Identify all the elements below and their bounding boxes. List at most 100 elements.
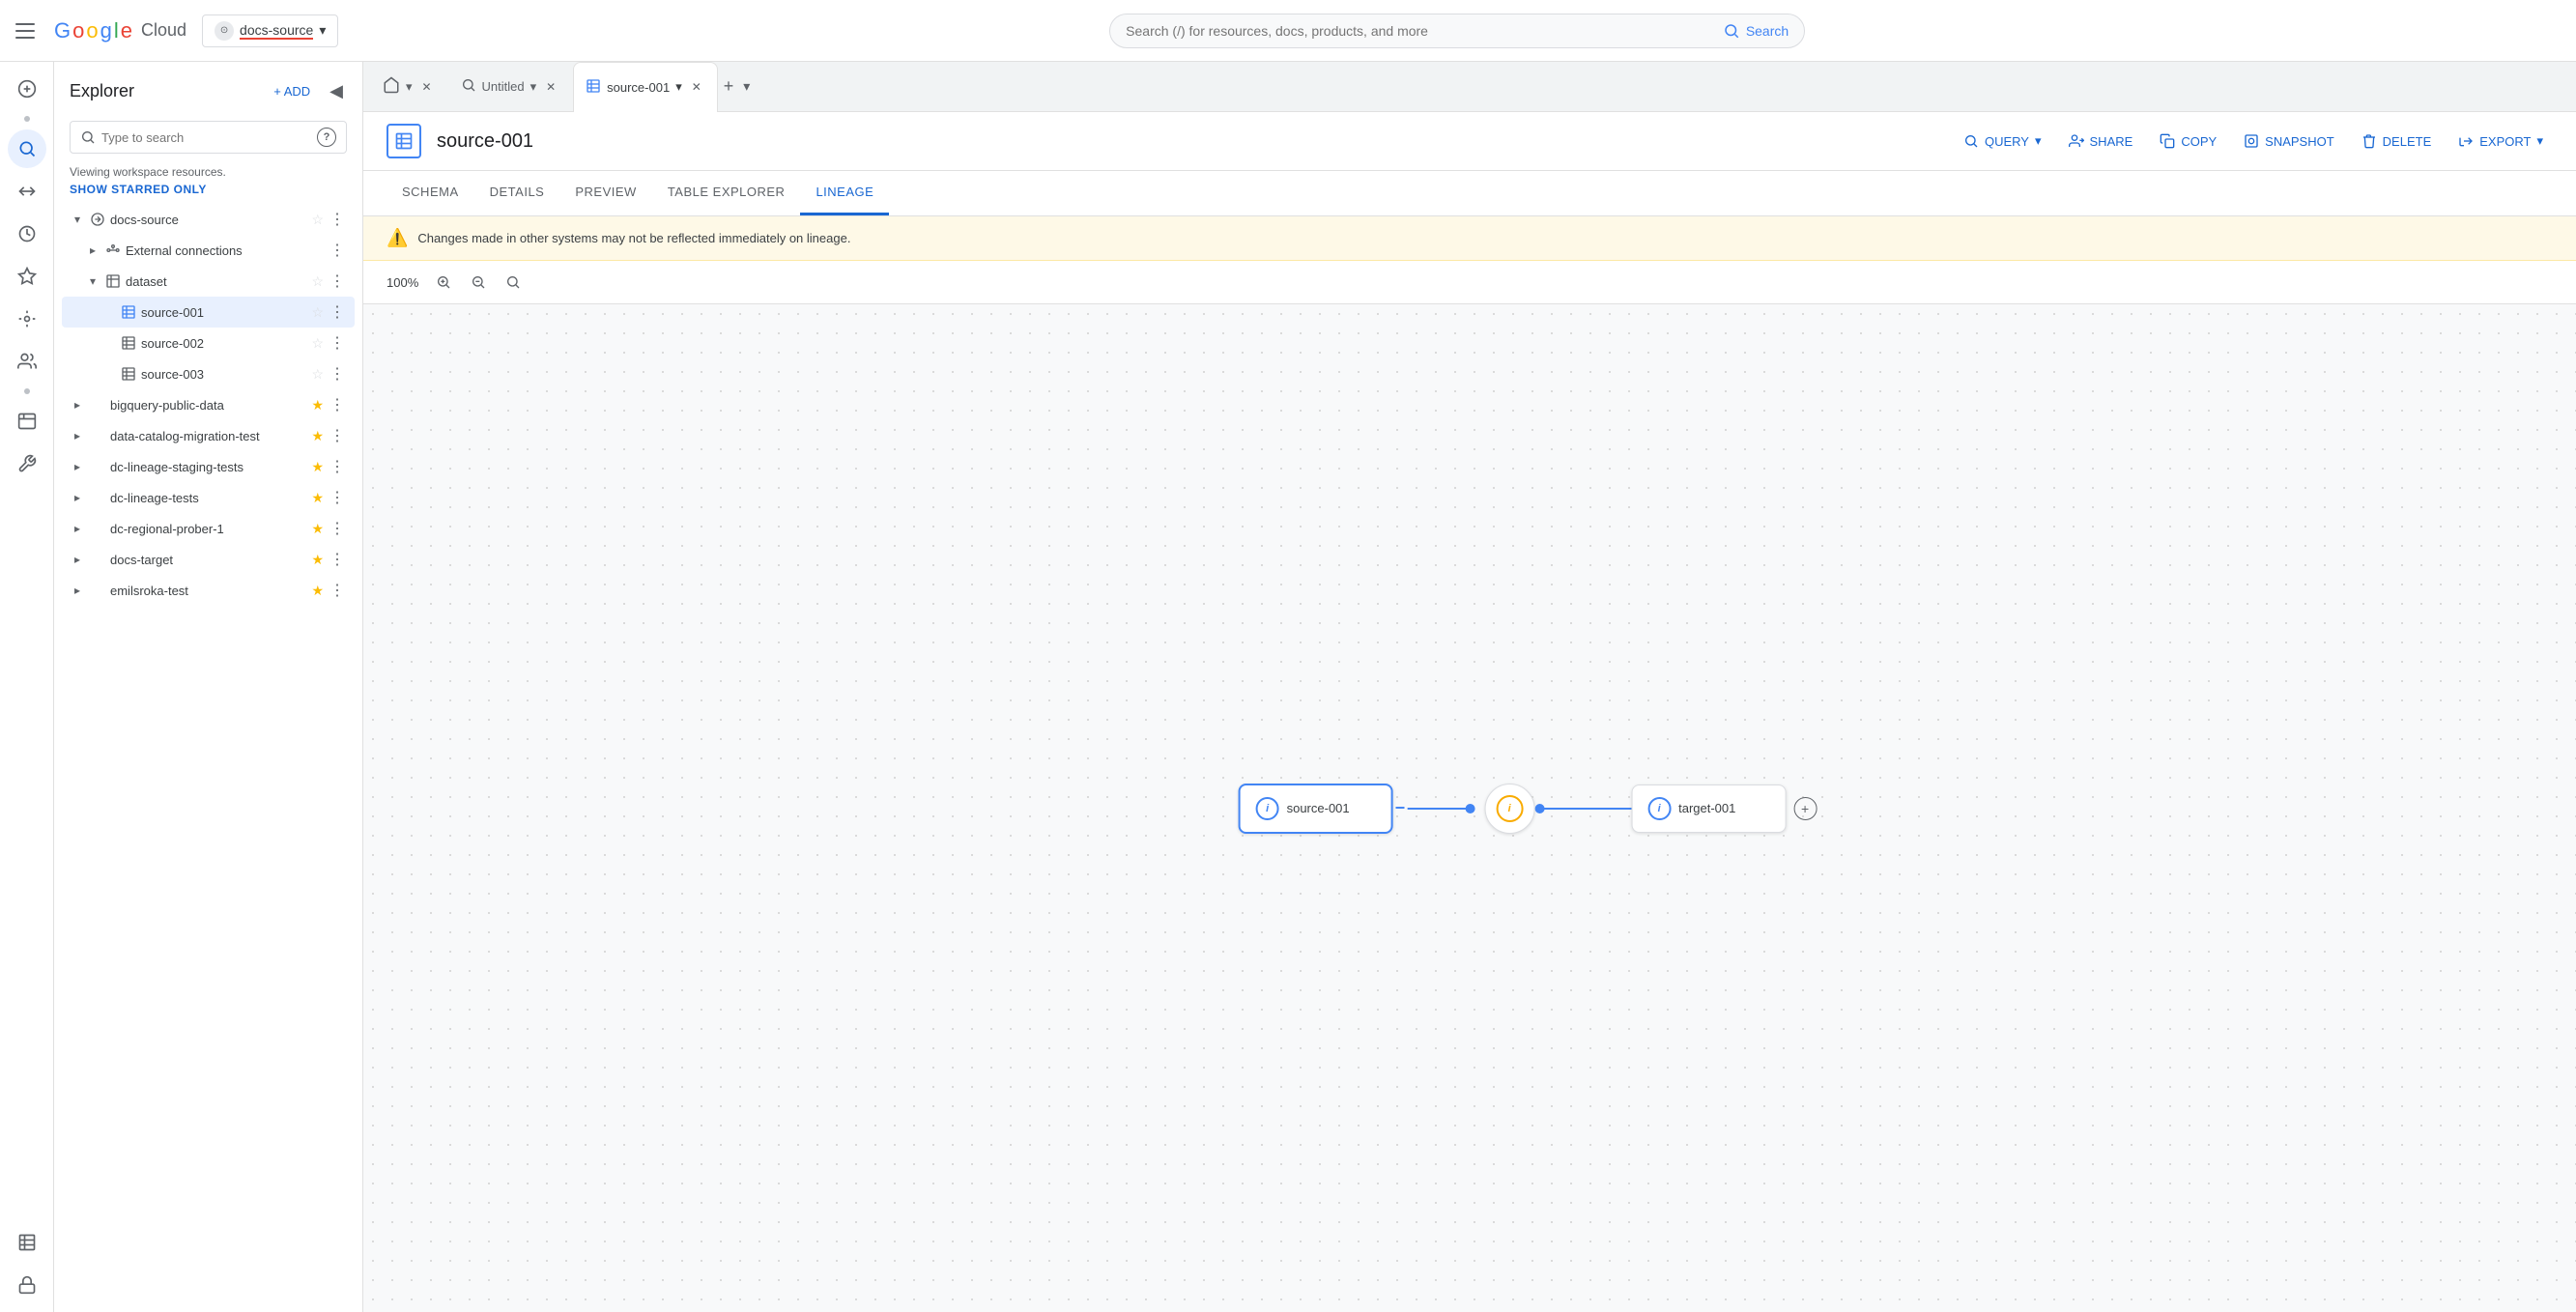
collapse-button[interactable]: ◀ xyxy=(326,77,347,105)
copy-button[interactable]: COPY xyxy=(2150,128,2226,155)
tree-item-datacatalog[interactable]: data-catalog-migration-test ★ ⋮ xyxy=(62,420,355,451)
tab-source001-dropdown[interactable]: ▾ xyxy=(675,79,682,95)
sidebar-icon-jobs[interactable] xyxy=(8,402,46,441)
star-regional[interactable]: ★ xyxy=(311,521,324,537)
header-actions: QUERY ▾ SHARE COPY SNAPSHOT DELETE xyxy=(1954,128,2553,155)
snapshot-button[interactable]: SNAPSHOT xyxy=(2234,128,2344,155)
more-emilsroka[interactable]: ⋮ xyxy=(328,579,347,602)
more-dataset[interactable]: ⋮ xyxy=(328,270,347,293)
tree-item-bigquery-public[interactable]: bigquery-public-data ★ ⋮ xyxy=(62,389,355,420)
tab-add-button[interactable]: + xyxy=(720,72,738,100)
lineage-process-node[interactable]: i xyxy=(1484,784,1534,834)
tree-item-regional-prober[interactable]: dc-regional-prober-1 ★ ⋮ xyxy=(62,513,355,544)
global-search-button[interactable]: Search xyxy=(1723,22,1789,40)
tree-item-source-002[interactable]: source-002 ☆ ⋮ xyxy=(62,328,355,358)
star-source002[interactable]: ☆ xyxy=(311,335,324,352)
tab-home-dropdown[interactable]: ▾ xyxy=(406,79,413,95)
tree-arrow-external xyxy=(85,242,100,258)
more-source001[interactable]: ⋮ xyxy=(328,300,347,324)
export-label: EXPORT xyxy=(2479,134,2531,149)
zoom-out-button[interactable] xyxy=(465,269,492,296)
tree-item-docs-source[interactable]: docs-source ☆ ⋮ xyxy=(62,204,355,235)
more-source002[interactable]: ⋮ xyxy=(328,331,347,355)
tab-overflow-button[interactable]: ▾ xyxy=(739,74,754,99)
star-docs-source[interactable]: ☆ xyxy=(311,212,324,228)
subtab-schema[interactable]: SCHEMA xyxy=(386,171,474,215)
tree-item-external-connections[interactable]: External connections ⋮ xyxy=(62,235,355,266)
star-docs-target[interactable]: ★ xyxy=(311,552,324,568)
zoom-in-button[interactable] xyxy=(430,269,457,296)
lineage-node-target001[interactable]: i target-001 xyxy=(1631,784,1786,833)
table-header-title: source-001 xyxy=(437,130,533,153)
tab-home-close[interactable]: ✕ xyxy=(418,78,436,96)
tab-source001[interactable]: source-001 ▾ ✕ xyxy=(573,62,718,112)
lineage-canvas[interactable]: i source-001 − i xyxy=(363,304,2576,1312)
star-dataset[interactable]: ☆ xyxy=(311,273,324,290)
star-lineage-tests[interactable]: ★ xyxy=(311,490,324,506)
global-search-bar[interactable]: Search xyxy=(1109,14,1805,48)
search-input-wrap: ? xyxy=(70,121,347,154)
tab-untitled-close[interactable]: ✕ xyxy=(542,78,559,96)
export-button[interactable]: EXPORT ▾ xyxy=(2448,128,2553,155)
zoom-reset-button[interactable] xyxy=(500,269,527,296)
sidebar-icon-ml[interactable] xyxy=(8,299,46,338)
tab-home[interactable]: ▾ ✕ xyxy=(371,62,447,112)
project-selector[interactable]: ⊙ docs-source ▾ xyxy=(202,14,338,47)
tree-item-source-001[interactable]: source-001 ☆ ⋮ xyxy=(62,297,355,328)
subtab-table-explorer[interactable]: TABLE EXPLORER xyxy=(652,171,801,215)
sidebar-icon-lock[interactable] xyxy=(8,1266,46,1304)
sidebar-dot-2 xyxy=(24,388,30,394)
more-external[interactable]: ⋮ xyxy=(328,239,347,262)
sidebar-icon-star[interactable] xyxy=(8,257,46,296)
more-lineage-staging[interactable]: ⋮ xyxy=(328,455,347,478)
hamburger-menu[interactable] xyxy=(15,19,39,43)
more-source003[interactable]: ⋮ xyxy=(328,362,347,385)
add-button[interactable]: + ADD xyxy=(266,80,318,102)
tree-item-docs-target[interactable]: docs-target ★ ⋮ xyxy=(62,544,355,575)
sidebar-icon-people[interactable] xyxy=(8,342,46,381)
tree-item-lineage-tests[interactable]: dc-lineage-tests ★ ⋮ xyxy=(62,482,355,513)
subtab-lineage[interactable]: LINEAGE xyxy=(800,171,889,215)
more-docs-target[interactable]: ⋮ xyxy=(328,548,347,571)
share-button[interactable]: SHARE xyxy=(2059,128,2143,155)
expand-lineage-button[interactable]: + xyxy=(1793,797,1817,820)
lineage-node-source001[interactable]: i source-001 xyxy=(1239,784,1393,834)
sidebar-icon-tools[interactable] xyxy=(8,444,46,483)
more-regional[interactable]: ⋮ xyxy=(328,517,347,540)
tree-arrow-lineage-staging xyxy=(70,459,85,474)
table-icon-source001 xyxy=(120,303,137,321)
sidebar-icon-explorer[interactable] xyxy=(8,129,46,168)
sidebar-icon-history[interactable] xyxy=(8,214,46,253)
show-starred-button[interactable]: SHOW STARRED ONLY xyxy=(54,183,362,204)
tab-untitled[interactable]: Untitled ▾ ✕ xyxy=(449,62,572,112)
workspace-text: Viewing workspace resources. xyxy=(54,161,362,183)
subtab-details[interactable]: DETAILS xyxy=(474,171,560,215)
delete-button[interactable]: DELETE xyxy=(2352,128,2442,155)
project-icon-lineage-tests xyxy=(89,489,106,506)
global-search-input[interactable] xyxy=(1126,23,1723,39)
star-datacatalog[interactable]: ★ xyxy=(311,428,324,444)
tree-item-lineage-staging[interactable]: dc-lineage-staging-tests ★ ⋮ xyxy=(62,451,355,482)
more-docs-source[interactable]: ⋮ xyxy=(328,208,347,231)
sidebar-icon-pin[interactable] xyxy=(8,70,46,108)
more-lineage-tests[interactable]: ⋮ xyxy=(328,486,347,509)
google-cloud-logo[interactable]: Google Cloud xyxy=(54,18,186,43)
sidebar-icon-transfers[interactable] xyxy=(8,172,46,211)
star-source001[interactable]: ☆ xyxy=(311,304,324,321)
tab-untitled-dropdown[interactable]: ▾ xyxy=(530,79,537,95)
search-help-icon[interactable]: ? xyxy=(317,128,336,147)
star-lineage-staging[interactable]: ★ xyxy=(311,459,324,475)
tab-source001-close[interactable]: ✕ xyxy=(688,78,705,96)
query-button[interactable]: QUERY ▾ xyxy=(1954,128,2051,155)
tree-item-emilsroka[interactable]: emilsroka-test ★ ⋮ xyxy=(62,575,355,606)
explorer-search-input[interactable] xyxy=(101,130,317,145)
more-datacatalog[interactable]: ⋮ xyxy=(328,424,347,447)
star-emilsroka[interactable]: ★ xyxy=(311,583,324,599)
tree-item-dataset[interactable]: dataset ☆ ⋮ xyxy=(62,266,355,297)
subtab-preview[interactable]: PREVIEW xyxy=(559,171,651,215)
tree-item-source-003[interactable]: source-003 ☆ ⋮ xyxy=(62,358,355,389)
more-bigquery[interactable]: ⋮ xyxy=(328,393,347,416)
sidebar-icon-table[interactable] xyxy=(8,1223,46,1262)
star-bigquery[interactable]: ★ xyxy=(311,397,324,414)
star-source003[interactable]: ☆ xyxy=(311,366,324,383)
